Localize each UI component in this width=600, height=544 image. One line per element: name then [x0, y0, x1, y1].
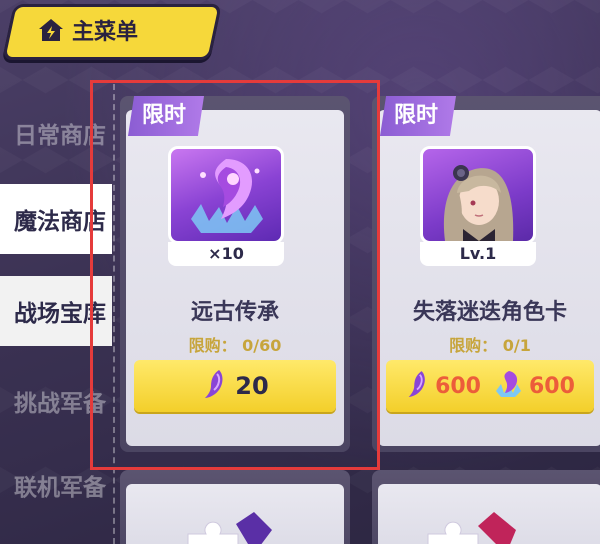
shop-item-card-ancient-heritage[interactable]: 限时 ×10 远古传承 限购： 0/60 20 — [120, 96, 350, 452]
sidebar-item-magic-shop[interactable]: 魔法商店 — [0, 184, 112, 254]
item-level: Lv.1 — [420, 242, 536, 266]
sidebar-item-label: 联机军备 — [14, 475, 106, 501]
purple-crystal-icon — [493, 369, 523, 403]
card-body — [378, 484, 600, 544]
item-name: 失落迷迭角色卡 — [412, 300, 567, 325]
main-menu-label: 主菜单 — [72, 20, 139, 45]
limited-time-tag: 限时 — [128, 96, 205, 136]
price-value-feather: 600 — [435, 373, 481, 399]
sidebar-item-label: 挑战军备 — [14, 391, 106, 417]
purple-feather-icon — [201, 368, 227, 404]
card-body — [126, 484, 344, 544]
price-value-crystal: 600 — [529, 373, 575, 399]
price-value: 20 — [235, 372, 269, 400]
sidebar-item-challenge-armory[interactable]: 挑战军备 — [0, 366, 112, 436]
sidebar-item-daily-shop[interactable]: 日常商店 — [0, 98, 112, 168]
card-body: ×10 远古传承 限购： 0/60 20 — [126, 110, 344, 446]
buy-button[interactable]: 600 600 — [386, 360, 594, 412]
shop-item-card-partial[interactable] — [372, 470, 600, 544]
buy-button[interactable]: 20 — [134, 360, 336, 412]
item-name: 远古传承 — [190, 300, 279, 325]
purchase-limit: 限购： 0/60 — [188, 336, 282, 355]
puzzle-piece-icon — [178, 504, 278, 544]
character-portrait-icon — [420, 146, 536, 244]
main-menu-content[interactable]: 主菜单 — [38, 14, 138, 46]
shop-item-card-character-card[interactable]: 限时 Lv.1 失落迷迭角色卡 限购： 0/1 600 600 — [372, 96, 600, 452]
card-body: Lv.1 失落迷迭角色卡 限购： 0/1 600 600 — [378, 110, 600, 446]
sidebar-item-label: 魔法商店 — [14, 209, 106, 235]
purchase-limit: 限购： 0/1 — [449, 336, 531, 355]
shop-sidebar: 日常商店 魔法商店 战场宝库 挑战军备 联机军备 — [0, 84, 112, 544]
ancient-heritage-crystal-icon — [168, 146, 284, 244]
sidebar-divider — [113, 84, 115, 544]
sidebar-item-online-armory[interactable]: 联机军备 — [0, 450, 112, 520]
sidebar-item-label: 日常商店 — [14, 123, 106, 149]
puzzle-piece-icon — [418, 504, 528, 544]
sidebar-item-battlefield-vault[interactable]: 战场宝库 — [0, 276, 112, 346]
purple-feather-icon — [405, 369, 429, 403]
shop-item-card-partial[interactable] — [120, 470, 350, 544]
home-lightning-icon — [38, 18, 64, 42]
limited-time-tag: 限时 — [380, 96, 457, 136]
item-quantity: ×10 — [168, 242, 284, 266]
sidebar-item-label: 战场宝库 — [14, 301, 106, 327]
